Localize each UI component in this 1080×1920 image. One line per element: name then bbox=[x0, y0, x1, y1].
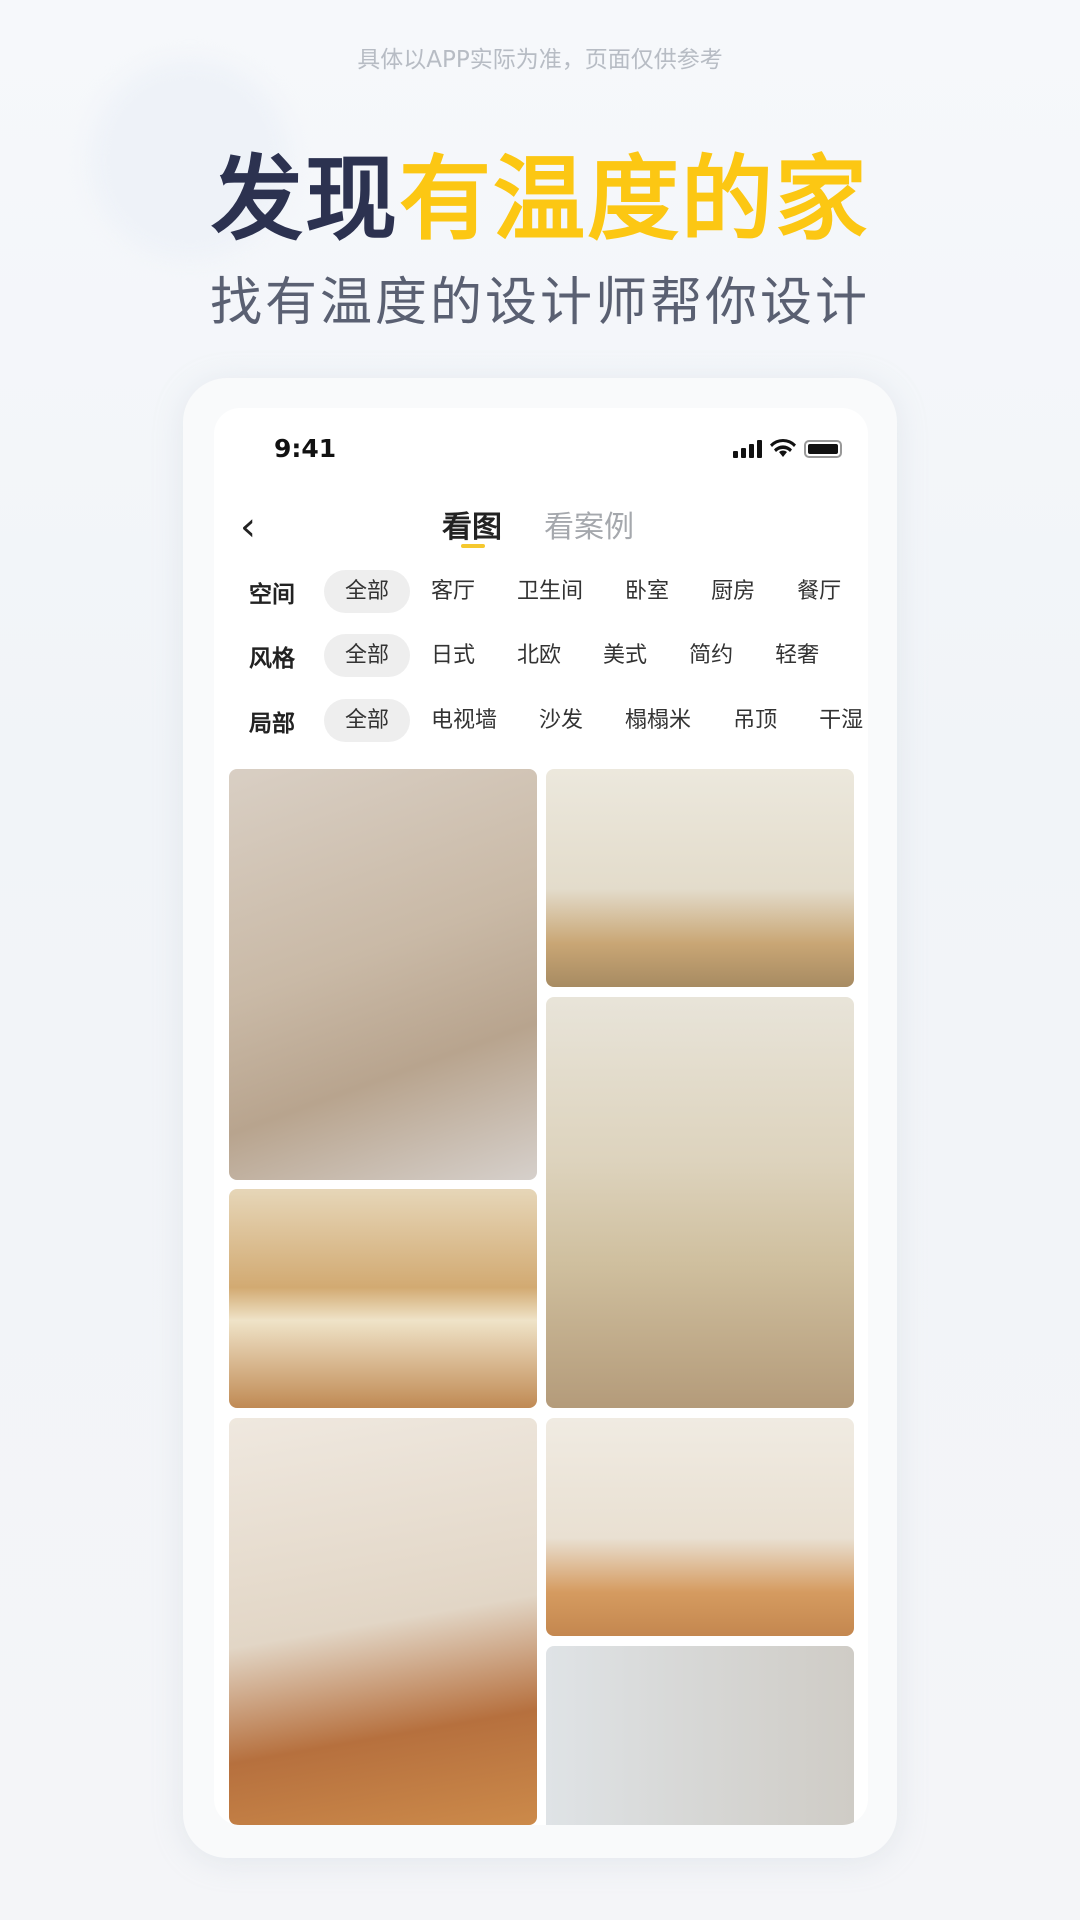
filter-label: 空间 bbox=[249, 581, 295, 608]
chip[interactable]: 轻奢 bbox=[754, 634, 840, 677]
photo-dining-table-lamp[interactable] bbox=[229, 1418, 537, 1825]
filter-row-space: 空间 全部 客厅 卫生间 卧室 厨房 餐厅 bbox=[249, 570, 862, 613]
active-tab-indicator bbox=[461, 544, 485, 548]
chip[interactable]: 全部 bbox=[324, 699, 411, 742]
chip[interactable]: 卧室 bbox=[604, 570, 690, 613]
phone-screen: 9:41 ‹ 看图 看案例 空间 全部 客厅 卫生间 卧室 厨房 餐厅 风格 全… bbox=[214, 408, 868, 1825]
chip[interactable]: 餐厅 bbox=[776, 570, 862, 613]
chip[interactable]: 沙发 bbox=[518, 699, 604, 742]
tab-photos[interactable]: 看图 bbox=[442, 502, 502, 546]
photo-kitchen-shelves[interactable] bbox=[229, 1189, 537, 1408]
filter-row-part: 局部 全部 电视墙 沙发 榻榻米 吊顶 干湿 bbox=[249, 699, 868, 742]
status-time: 9:41 bbox=[274, 434, 337, 463]
photo-living-room-art[interactable] bbox=[546, 1418, 854, 1636]
signal-icon bbox=[733, 440, 762, 458]
filter-label: 风格 bbox=[249, 645, 295, 672]
headline-part2: 有温度的家 bbox=[399, 146, 870, 253]
chip[interactable]: 电视墙 bbox=[410, 699, 518, 742]
chip[interactable]: 北欧 bbox=[496, 634, 582, 677]
disclaimer: 具体以APP实际为准，页面仅供参考 bbox=[357, 47, 723, 73]
photo-dining-bookshelves[interactable] bbox=[546, 997, 854, 1408]
back-button[interactable]: ‹ bbox=[240, 504, 256, 550]
chip[interactable]: 厨房 bbox=[690, 570, 776, 613]
filter-row-style: 风格 全部 日式 北欧 美式 简约 轻奢 bbox=[249, 634, 840, 677]
chip[interactable]: 全部 bbox=[324, 570, 411, 613]
tab-cases[interactable]: 看案例 bbox=[544, 502, 634, 546]
chip[interactable]: 简约 bbox=[668, 634, 754, 677]
chip[interactable]: 美式 bbox=[582, 634, 668, 677]
chip[interactable]: 全部 bbox=[324, 634, 411, 677]
wifi-icon bbox=[770, 438, 796, 457]
status-icons bbox=[733, 438, 842, 458]
photo-dining-kitchen-art[interactable] bbox=[546, 769, 854, 987]
chip[interactable]: 干湿 bbox=[798, 699, 868, 742]
chip[interactable]: 客厅 bbox=[410, 570, 496, 613]
chip[interactable]: 吊顶 bbox=[712, 699, 798, 742]
chip[interactable]: 榻榻米 bbox=[604, 699, 712, 742]
headline: 发现有温度的家 bbox=[0, 125, 1080, 258]
chip[interactable]: 卫生间 bbox=[496, 570, 604, 613]
subtitle: 找有温度的设计师帮你设计 bbox=[209, 273, 870, 333]
photo-room-red-pendant[interactable] bbox=[546, 1646, 854, 1825]
chip[interactable]: 日式 bbox=[410, 634, 496, 677]
photo-living-room-sofa[interactable] bbox=[229, 769, 537, 1180]
battery-icon bbox=[804, 440, 842, 458]
filter-label: 局部 bbox=[249, 710, 295, 737]
headline-part1: 发现 bbox=[210, 146, 399, 253]
